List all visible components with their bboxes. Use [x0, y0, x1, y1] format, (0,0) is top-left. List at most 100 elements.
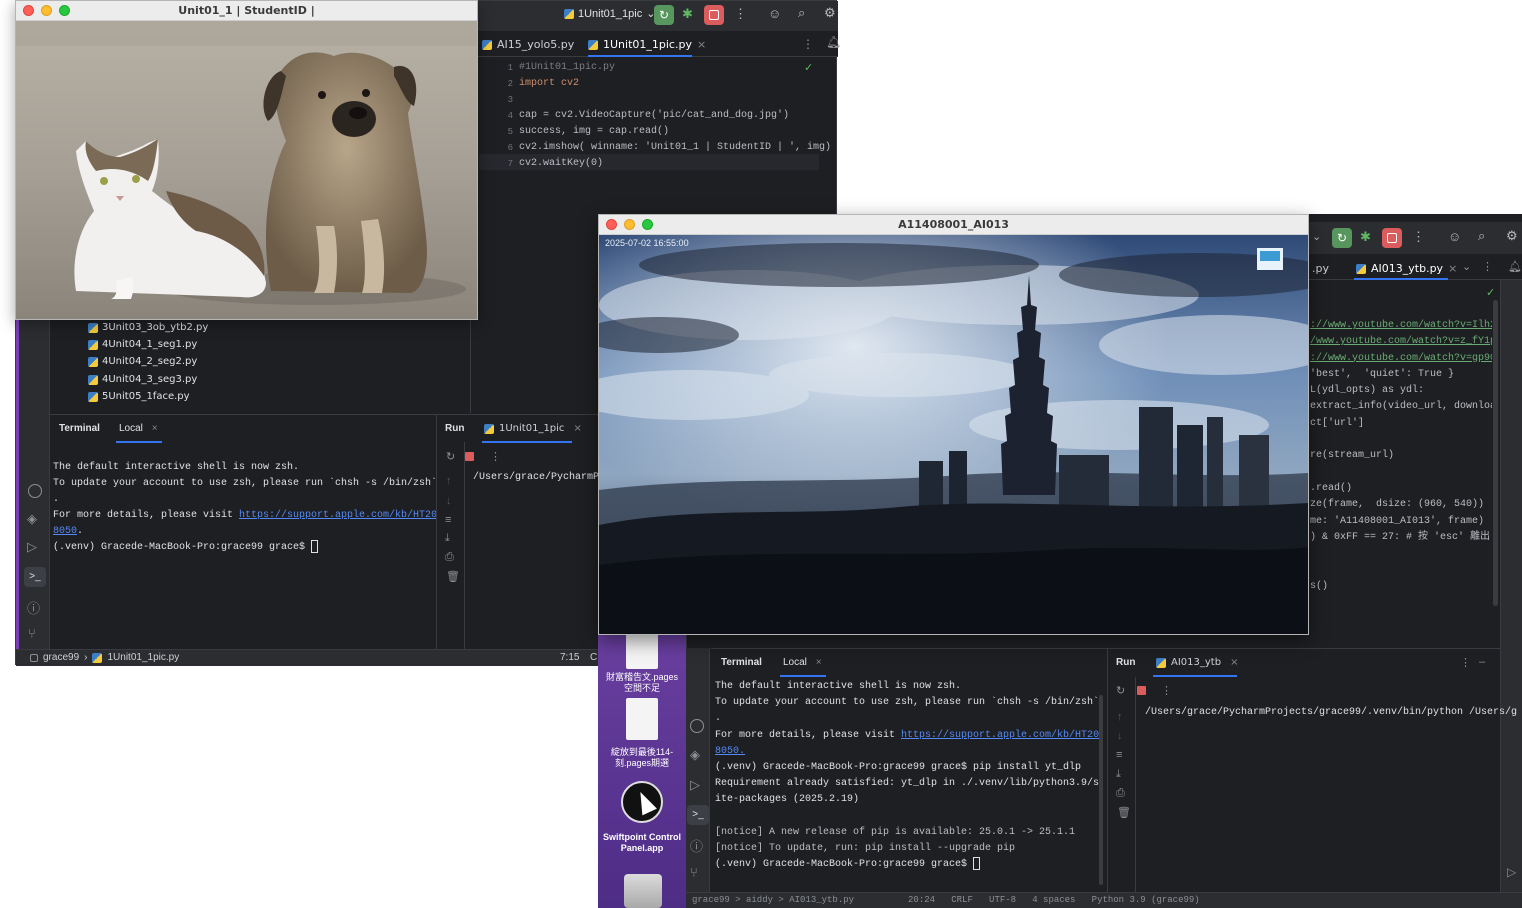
code-line[interactable]: /www.youtube.com/watch?v=z_fY1pj	[1310, 334, 1492, 350]
rerun-button[interactable]: ↻	[1332, 228, 1352, 248]
python-console-icon[interactable]	[28, 484, 42, 498]
chevron-down-icon[interactable]: ⌄	[1312, 230, 1321, 243]
minimize-panel-icon[interactable]: –	[1479, 656, 1485, 668]
cursor-position[interactable]: 7:15	[560, 652, 579, 663]
problems-icon[interactable]: ⓘ	[27, 598, 40, 617]
code-line[interactable]: #1Unit01_1pic.py	[519, 62, 615, 73]
print-icon[interactable]: ⎙	[445, 551, 454, 564]
swiftpoint-app-icon[interactable]	[621, 781, 663, 823]
tree-item[interactable]: 4Unit04_2_seg2.py	[88, 356, 197, 367]
notifications-icon[interactable]: 🔔︎	[826, 35, 841, 49]
wrap-icon[interactable]: ≡	[445, 514, 451, 526]
desktop-file-label[interactable]: 財富稽告文.pages 空間不足	[600, 672, 684, 694]
code-line[interactable]: cap = cv2.VideoCapture('pic/cat_and_dog.…	[519, 110, 789, 121]
gear-icon[interactable]: ⚙	[824, 5, 836, 21]
services-icon[interactable]: ▷	[27, 539, 37, 555]
layers-icon[interactable]: ◈	[690, 747, 700, 763]
code-line[interactable]: ct['url']	[1310, 416, 1492, 432]
code-line[interactable]	[1310, 546, 1492, 562]
more-icon[interactable]: ⋮	[1460, 656, 1471, 669]
code-line[interactable]	[1310, 432, 1492, 448]
close-icon[interactable]: ×	[816, 657, 822, 668]
search-icon[interactable]: ⌕	[798, 5, 805, 21]
wrap-icon[interactable]: ≡	[1116, 749, 1122, 761]
tree-item[interactable]: 5Unit05_1face.py	[88, 391, 190, 402]
file-icon-pages-2[interactable]	[626, 698, 658, 740]
tab-ai15-yolo5[interactable]: AI15_yolo5.py	[482, 38, 574, 51]
print-icon[interactable]: ⎙	[1116, 787, 1125, 800]
desktop-app-label[interactable]: Swiftpoint Control Panel.app	[600, 832, 684, 854]
tab-ai013-ytb[interactable]: AI013_ytb.py ×	[1356, 262, 1457, 275]
tab-terminal[interactable]: Terminal	[721, 657, 762, 668]
stop-button[interactable]	[1382, 228, 1402, 248]
code-line[interactable]	[1310, 562, 1492, 578]
add-user-icon[interactable]: ☺	[768, 6, 781, 21]
trash-icon[interactable]: 🗑︎	[1117, 806, 1131, 819]
terminal-prompt[interactable]: (.venv) Gracede-MacBook-Pro:grace99 grac…	[715, 857, 981, 873]
git-icon[interactable]: ⑂	[28, 626, 36, 641]
code-line[interactable]: .read()	[1310, 481, 1492, 497]
code-line[interactable]: ) & 0xFF == 27: # 按 'esc' 離出	[1310, 530, 1492, 546]
search-icon[interactable]: ⌕	[1478, 228, 1485, 244]
scroll-end-icon[interactable]: ⤓	[1116, 768, 1121, 781]
more-icon[interactable]: ⋮	[734, 6, 747, 22]
close-icon[interactable]: ×	[573, 423, 581, 434]
desktop-file-label[interactable]: 綻放到最後114- 刻.pages期選	[600, 747, 684, 769]
status-text[interactable]: grace99 > aiddy > AI013_ytb.py 20:24 CRL…	[692, 895, 1200, 905]
tabs-more-icon[interactable]: ⋮	[802, 37, 814, 51]
close-icon[interactable]: ×	[1448, 262, 1457, 275]
more-icon[interactable]: ⋮	[1161, 684, 1172, 697]
terminal-icon[interactable]: >_	[687, 805, 709, 825]
tab-partial[interactable]: .py	[1312, 262, 1329, 275]
tab-terminal[interactable]: Terminal	[59, 423, 100, 434]
close-icon[interactable]: ×	[1230, 657, 1238, 668]
add-user-icon[interactable]: ☺	[1448, 229, 1461, 244]
project-selector[interactable]: 1Unit01_1pic ⌄	[564, 7, 655, 20]
code-line[interactable]: cv2.waitKey(0)	[519, 158, 603, 169]
python-console-icon[interactable]	[690, 719, 704, 733]
stop-icon[interactable]	[1137, 686, 1146, 695]
tab-run-1unit01[interactable]: 1Unit01_1pic ×	[484, 423, 582, 434]
rerun-icon[interactable]: ↻	[446, 450, 455, 463]
terminal-scrollbar[interactable]	[1099, 695, 1103, 885]
breadcrumb[interactable]: grace99 › 1Unit01_1pic.py	[30, 652, 179, 663]
rerun-icon[interactable]: ↻	[1116, 684, 1125, 697]
debug-icon[interactable]: ✱	[1360, 229, 1371, 245]
code-line[interactable]: import cv2	[519, 78, 579, 89]
notifications-icon[interactable]: 🔔︎	[1508, 260, 1522, 273]
code-line[interactable]: ze(frame, dsize: (960, 540))	[1310, 497, 1492, 513]
status-extra[interactable]: C	[590, 652, 597, 663]
code-line[interactable]: L(ydl_opts) as ydl:	[1310, 383, 1492, 399]
scroll-end-icon[interactable]: ⤓	[445, 532, 450, 545]
terminal-prompt[interactable]: (.venv) Gracede-MacBook-Pro:grace99 grac…	[53, 540, 319, 556]
support-link[interactable]: https://support.apple.com/kb/HT20	[901, 730, 1099, 741]
support-link-cont[interactable]: 8050.	[715, 744, 745, 760]
code-line[interactable]: ://www.youtube.com/watch?v=gp90U	[1310, 351, 1492, 367]
tab-run-ai013[interactable]: AI013_ytb ×	[1156, 657, 1238, 668]
tab-1unit01-1pic[interactable]: 1Unit01_1pic.py ×	[588, 38, 706, 51]
code-line[interactable]: extract_info(video_url, download	[1310, 399, 1492, 415]
tabs-more-icon[interactable]: ⋮	[1482, 260, 1493, 273]
services-icon[interactable]: ▷	[690, 777, 700, 793]
support-link-cont[interactable]: 8050	[53, 526, 77, 537]
stop-icon[interactable]	[465, 452, 474, 461]
code-line[interactable]: cv2.imshow( winname: 'Unit01_1 | Student…	[519, 142, 831, 153]
code-line[interactable]: success, img = cap.read()	[519, 126, 669, 137]
close-icon[interactable]: ×	[152, 423, 158, 434]
chevron-down-icon[interactable]: ⌄	[1462, 260, 1471, 273]
up-arrow-icon[interactable]: ↑	[446, 475, 452, 487]
code-line[interactable]: 'best', 'quiet': True }	[1310, 367, 1492, 383]
layers-icon[interactable]: ◈	[27, 511, 37, 527]
debug-icon[interactable]: ✱	[682, 6, 693, 22]
down-arrow-icon[interactable]: ↓	[1117, 730, 1123, 742]
code-line[interactable]	[1310, 465, 1492, 481]
code-line[interactable]: s()	[1310, 579, 1492, 595]
disk-icon[interactable]	[624, 874, 662, 908]
support-link[interactable]: https://support.apple.com/kb/HT20	[239, 510, 437, 521]
git-icon[interactable]: ⑂	[690, 865, 698, 880]
code-line[interactable]: re(stream_url)	[1310, 448, 1492, 464]
tab-local[interactable]: Local ×	[119, 423, 158, 434]
problems-icon[interactable]: ⓘ	[690, 836, 703, 855]
terminal-icon[interactable]: >_	[24, 567, 46, 587]
run-play-icon[interactable]: ▷	[1507, 865, 1516, 879]
